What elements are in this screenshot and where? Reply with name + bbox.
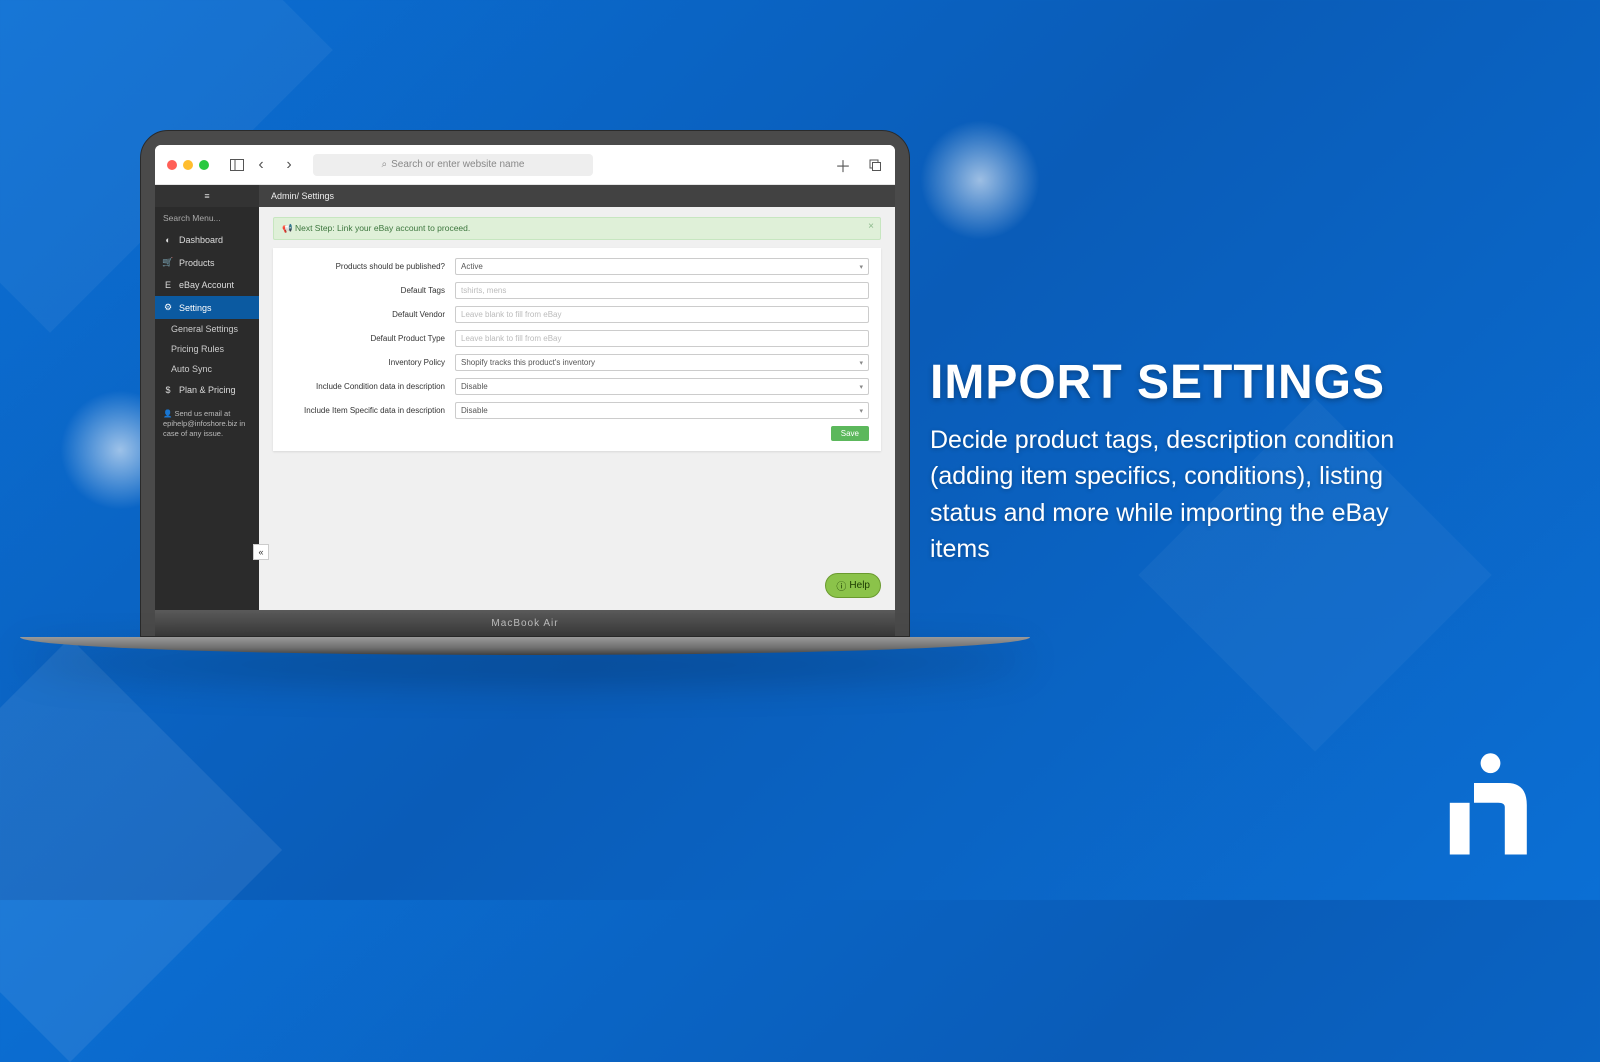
sidebar: ≡ Search Menu... ◐ Dashboard 🛒 Products …	[155, 185, 259, 610]
sidebar-search[interactable]: Search Menu...	[155, 207, 259, 229]
text-input[interactable]: Leave blank to fill from eBay	[455, 306, 869, 323]
dollar-icon: $	[163, 385, 173, 395]
sidebar-item-settings[interactable]: ⚙ Settings	[155, 296, 259, 319]
sidebar-item-label: Plan & Pricing	[179, 385, 236, 395]
sidebar-subitem-pricing-rules[interactable]: Pricing Rules	[155, 339, 259, 359]
help-button[interactable]: ⓘ Help	[825, 573, 881, 598]
user-icon: 👤	[163, 409, 174, 418]
form-row: Include Item Specific data in descriptio…	[285, 402, 869, 419]
sidebar-subitem-general-settings[interactable]: General Settings	[155, 319, 259, 339]
laptop-hinge-label: MacBook Air	[155, 610, 895, 636]
select-input[interactable]: Active	[455, 258, 869, 275]
form-label: Products should be published?	[285, 262, 445, 271]
text-input[interactable]: tshirts, mens	[455, 282, 869, 299]
minimize-icon[interactable]	[183, 160, 193, 170]
form-label: Default Product Type	[285, 334, 445, 343]
gear-icon: ⚙	[163, 302, 173, 313]
sidebar-item-label: Products	[179, 258, 215, 268]
address-placeholder: Search or enter website name	[391, 159, 524, 170]
dashboard-icon: ◐	[163, 235, 173, 245]
brand-logo	[1430, 750, 1540, 860]
form-label: Include Condition data in description	[285, 382, 445, 391]
sidebar-hamburger[interactable]: ≡	[155, 185, 259, 207]
help-label: Help	[849, 580, 870, 591]
search-icon: ⌕	[381, 159, 387, 170]
form-row: Products should be published? Active	[285, 258, 869, 275]
cart-icon: 🛒	[163, 257, 173, 268]
breadcrumb-current: Settings	[302, 191, 335, 201]
address-bar[interactable]: ⌕ Search or enter website name	[313, 154, 593, 176]
sidebar-item-dashboard[interactable]: ◐ Dashboard	[155, 229, 259, 251]
form-row: Default Tags tshirts, mens	[285, 282, 869, 299]
announcement-icon: 📢	[282, 223, 295, 233]
sidebar-toggle-icon[interactable]	[229, 157, 245, 173]
new-tab-icon[interactable]: ＋	[835, 157, 851, 173]
form-label: Include Item Specific data in descriptio…	[285, 406, 445, 415]
alert-text: Next Step: Link your eBay account to pro…	[295, 223, 470, 233]
select-input[interactable]: Disable	[455, 402, 869, 419]
window-controls	[167, 160, 209, 170]
form-label: Inventory Policy	[285, 358, 445, 367]
bg-shape	[0, 638, 282, 1062]
sidebar-item-products[interactable]: 🛒 Products	[155, 251, 259, 274]
settings-form: Products should be published? Active Defau…	[273, 248, 881, 451]
select-input[interactable]: Disable	[455, 378, 869, 395]
form-row: Include Condition data in description Dis…	[285, 378, 869, 395]
sidebar-item-label: eBay Account	[179, 280, 234, 290]
form-label: Default Vendor	[285, 310, 445, 319]
marketing-heading: IMPORT SETTINGS	[930, 355, 1430, 410]
breadcrumb-root[interactable]: Admin	[271, 191, 297, 201]
tabs-icon[interactable]	[867, 157, 883, 173]
next-step-alert: 📢 Next Step: Link your eBay account to p…	[273, 217, 881, 240]
form-row: Default Vendor Leave blank to fill from e…	[285, 306, 869, 323]
form-label: Default Tags	[285, 286, 445, 295]
ebay-icon: E	[163, 280, 173, 290]
close-icon[interactable]	[167, 160, 177, 170]
maximize-icon[interactable]	[199, 160, 209, 170]
save-button[interactable]: Save	[831, 426, 869, 441]
lens-flare	[920, 120, 1040, 240]
form-row: Inventory Policy Shopify tracks this prod…	[285, 354, 869, 371]
help-icon: ⓘ	[836, 578, 846, 593]
marketing-copy: IMPORT SETTINGS Decide product tags, des…	[930, 355, 1430, 567]
sidebar-subitem-auto-sync[interactable]: Auto Sync	[155, 359, 259, 379]
laptop-base	[20, 637, 1030, 655]
sidebar-item-plan-pricing[interactable]: $ Plan & Pricing	[155, 379, 259, 401]
sidebar-help-text: 👤 Send us email at epihelp@infoshore.biz…	[155, 401, 259, 446]
alert-close-button[interactable]: ×	[868, 221, 874, 232]
laptop-mockup: ‹ › ⌕ Search or enter website name ＋	[140, 130, 910, 655]
marketing-body: Decide product tags, description conditi…	[930, 422, 1430, 567]
text-input[interactable]: Leave blank to fill from eBay	[455, 330, 869, 347]
forward-icon[interactable]: ›	[281, 157, 297, 173]
menu-icon: ≡	[204, 191, 209, 201]
breadcrumb: Admin/ Settings	[259, 185, 895, 207]
select-input[interactable]: Shopify tracks this product's inventory	[455, 354, 869, 371]
form-row: Default Product Type Leave blank to fill …	[285, 330, 869, 347]
browser-toolbar: ‹ › ⌕ Search or enter website name ＋	[155, 145, 895, 185]
sidebar-item-label: Dashboard	[179, 235, 223, 245]
sidebar-item-ebay-account[interactable]: E eBay Account	[155, 274, 259, 296]
sidebar-item-label: Settings	[179, 303, 212, 313]
back-icon[interactable]: ‹	[253, 157, 269, 173]
